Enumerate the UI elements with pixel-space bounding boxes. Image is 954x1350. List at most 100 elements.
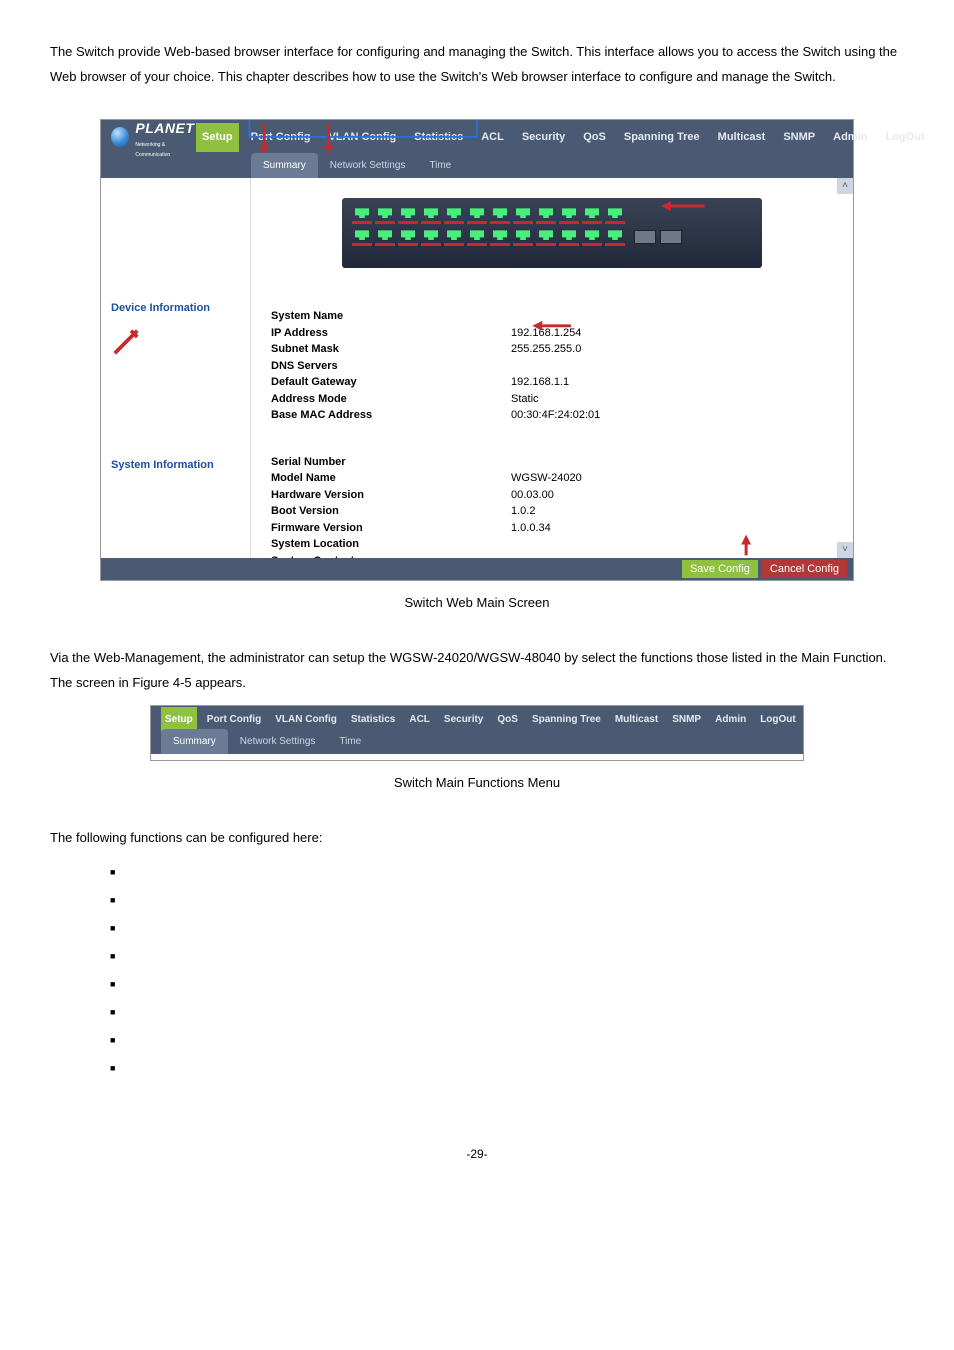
info-label: Model Name <box>271 470 511 487</box>
port-icon[interactable] <box>490 228 510 246</box>
nav-item-acl[interactable]: ACL <box>475 123 510 152</box>
port-icon[interactable] <box>375 228 395 246</box>
pen-icon <box>111 327 141 357</box>
nav-item-setup[interactable]: Setup <box>161 707 197 732</box>
bottom-bar: Save Config Cancel Config <box>101 558 853 580</box>
port-icon[interactable] <box>490 206 510 224</box>
scroll-down-icon[interactable]: ˅ <box>837 542 853 558</box>
nav-item-admin[interactable]: Admin <box>827 123 873 152</box>
function-list <box>110 859 904 1083</box>
port-icon[interactable] <box>605 228 625 246</box>
info-row: DNS Servers <box>271 358 853 375</box>
nav-item-acl[interactable]: ACL <box>405 707 434 732</box>
scroll-up-icon[interactable]: ˄ <box>837 178 853 194</box>
function-list-item <box>110 971 904 999</box>
nav-item-logout[interactable]: LogOut <box>756 707 800 732</box>
info-value: WGSW-24020 <box>511 470 582 487</box>
cancel-config-button[interactable]: Cancel Config <box>762 560 847 578</box>
nav-item-statistics[interactable]: Statistics <box>347 707 399 732</box>
paragraph-via-web: Via the Web-Management, the administrato… <box>50 646 904 695</box>
port-icon[interactable] <box>444 228 464 246</box>
system-info-table: Serial NumberModel NameWGSW-24020Hardwar… <box>271 454 853 559</box>
nav-item-admin[interactable]: Admin <box>711 707 750 732</box>
port-icon[interactable] <box>444 206 464 224</box>
info-row: Subnet Mask255.255.255.0 <box>271 341 853 358</box>
function-list-item <box>110 887 904 915</box>
save-config-button[interactable]: Save Config <box>682 560 758 578</box>
info-row: Serial Number <box>271 454 853 471</box>
info-row: System Location <box>271 536 853 553</box>
logo-icon <box>111 127 129 147</box>
caption-functions-menu: Switch Main Functions Menu <box>50 771 904 796</box>
port-icon[interactable] <box>421 228 441 246</box>
info-row: Default Gateway192.168.1.1 <box>271 374 853 391</box>
info-value: 192.168.1.254 <box>511 325 581 342</box>
nav-item-spanning-tree[interactable]: Spanning Tree <box>618 123 706 152</box>
port-icon[interactable] <box>605 206 625 224</box>
nav-item-multicast[interactable]: Multicast <box>611 707 662 732</box>
logo-text: PLANET <box>135 120 194 136</box>
info-label: Boot Version <box>271 503 511 520</box>
subnav-tab-time[interactable]: Time <box>417 153 463 178</box>
port-icon[interactable] <box>536 228 556 246</box>
nav-item-vlan-config[interactable]: VLAN Config <box>322 123 402 152</box>
info-row: System Contact <box>271 553 853 559</box>
function-list-item <box>110 1027 904 1055</box>
info-row: IP Address192.168.1.254 <box>271 325 853 342</box>
port-panel <box>342 198 762 268</box>
screenshot-functions-menu: SetupPort ConfigVLAN ConfigStatisticsACL… <box>150 705 804 761</box>
port-icon[interactable] <box>559 206 579 224</box>
nav-item-snmp[interactable]: SNMP <box>777 123 821 152</box>
nav-item-port-config[interactable]: Port Config <box>203 707 265 732</box>
info-row: Model NameWGSW-24020 <box>271 470 853 487</box>
port-icon[interactable] <box>375 206 395 224</box>
subnav-tab-time[interactable]: Time <box>327 729 373 754</box>
nav-item-spanning-tree[interactable]: Spanning Tree <box>528 707 605 732</box>
subnav-tab-network-settings[interactable]: Network Settings <box>228 729 328 754</box>
subnav-tab-summary[interactable]: Summary <box>161 729 228 754</box>
info-label: DNS Servers <box>271 358 511 375</box>
info-label: Subnet Mask <box>271 341 511 358</box>
sfp-slot-icon[interactable] <box>660 230 682 244</box>
following-functions-line: The following functions can be configure… <box>50 826 904 851</box>
sub-nav-bar: SummaryNetwork SettingsTime <box>101 154 853 178</box>
port-icon[interactable] <box>352 228 372 246</box>
sfp-slot-icon[interactable] <box>634 230 656 244</box>
info-row: Firmware Version1.0.0.34 <box>271 520 853 537</box>
nav-item-qos[interactable]: QoS <box>493 707 522 732</box>
nav-item-vlan-config[interactable]: VLAN Config <box>271 707 341 732</box>
port-icon[interactable] <box>582 206 602 224</box>
port-icon[interactable] <box>352 206 372 224</box>
info-label: Default Gateway <box>271 374 511 391</box>
info-label: System Name <box>271 308 511 325</box>
nav-item-snmp[interactable]: SNMP <box>668 707 705 732</box>
port-icon[interactable] <box>513 228 533 246</box>
port-icon[interactable] <box>582 228 602 246</box>
nav-item-port-config[interactable]: Port Config <box>245 123 317 152</box>
port-icon[interactable] <box>513 206 533 224</box>
function-list-item <box>110 859 904 887</box>
port-icon[interactable] <box>467 206 487 224</box>
function-list-item <box>110 915 904 943</box>
info-label: Hardware Version <box>271 487 511 504</box>
port-icon[interactable] <box>559 228 579 246</box>
port-icon[interactable] <box>398 228 418 246</box>
function-list-item <box>110 999 904 1027</box>
subnav-tab-network-settings[interactable]: Network Settings <box>318 153 418 178</box>
nav-item-statistics[interactable]: Statistics <box>408 123 469 152</box>
port-icon[interactable] <box>536 206 556 224</box>
nav-item-qos[interactable]: QoS <box>577 123 612 152</box>
nav-item-security[interactable]: Security <box>440 707 487 732</box>
port-row-top <box>352 206 752 224</box>
nav-item-multicast[interactable]: Multicast <box>712 123 772 152</box>
heading-system-information: System Information <box>111 455 240 476</box>
port-icon[interactable] <box>398 206 418 224</box>
info-label: IP Address <box>271 325 511 342</box>
nav-item-setup[interactable]: Setup <box>196 123 239 152</box>
info-value: 00.03.00 <box>511 487 554 504</box>
nav-item-logout[interactable]: LogOut <box>879 123 930 152</box>
nav-item-security[interactable]: Security <box>516 123 571 152</box>
port-icon[interactable] <box>421 206 441 224</box>
subnav-tab-summary[interactable]: Summary <box>251 153 318 178</box>
port-icon[interactable] <box>467 228 487 246</box>
